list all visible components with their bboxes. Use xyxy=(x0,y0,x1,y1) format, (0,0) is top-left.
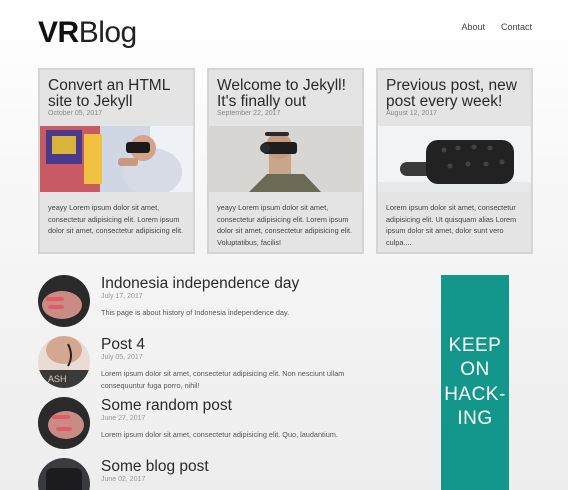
post-date: July 05, 2017 xyxy=(101,354,143,361)
card-excerpt: yeayy Lorem ipsum dolor sit amet, consec… xyxy=(217,203,353,247)
list-item[interactable]: Some random post June 27, 2017 Lorem ips… xyxy=(38,397,368,453)
post-date: June 27, 2017 xyxy=(101,415,146,422)
avatar[interactable] xyxy=(38,397,90,449)
site-logo[interactable]: VRBlog xyxy=(38,16,137,50)
card-title[interactable]: Welcome to Jekyll! It's finally out xyxy=(217,78,358,110)
post-title[interactable]: Some random post xyxy=(101,397,232,415)
card-image[interactable] xyxy=(209,126,362,192)
banner-line: KEEP xyxy=(448,334,502,356)
nav-contact-link[interactable]: Contact xyxy=(501,22,532,32)
banner-line: ON xyxy=(460,359,490,380)
nav-about-link[interactable]: About xyxy=(461,22,485,32)
post-title[interactable]: Indonesia independence day xyxy=(101,275,299,293)
avatar[interactable] xyxy=(38,458,90,490)
keep-on-hacking-banner: KEEP ON HACK- ING xyxy=(441,275,509,490)
logo-light: Blog xyxy=(78,16,138,49)
banner-line: HACK- xyxy=(444,383,506,405)
card-excerpt: yeayy Lorem ipsum dolor sit amet, consec… xyxy=(48,203,184,235)
avatar[interactable] xyxy=(38,275,90,327)
top-nav: About Contact xyxy=(461,22,532,32)
post-excerpt: This page is about history of Indonesia … xyxy=(101,308,290,317)
card-image[interactable] xyxy=(40,126,193,192)
card-image[interactable] xyxy=(378,126,531,192)
list-item[interactable]: Some blog post June 02, 2017 xyxy=(38,458,368,490)
card-date: September 22, 2017 xyxy=(217,110,281,117)
featured-card[interactable]: Welcome to Jekyll! It's finally out Sept… xyxy=(207,68,364,254)
card-title[interactable]: Convert an HTML site to Jekyll xyxy=(48,78,189,110)
post-excerpt: Lorem ipsum dolor sit amet, consectetur … xyxy=(101,430,338,439)
card-date: August 12, 2017 xyxy=(386,110,437,117)
post-excerpt: Lorem ipsum dolor sit amet, consectetur … xyxy=(101,369,345,390)
featured-card[interactable]: Previous post, new post every week! Augu… xyxy=(376,68,533,254)
list-item[interactable]: ASH Post 4 July 05, 2017 Lorem ipsum dol… xyxy=(38,336,368,392)
logo-bold: VR xyxy=(38,16,79,49)
list-item[interactable]: Indonesia independence day July 17, 2017… xyxy=(38,275,368,331)
card-title[interactable]: Previous post, new post every week! xyxy=(386,78,527,110)
featured-card[interactable]: Convert an HTML site to Jekyll October 0… xyxy=(38,68,195,254)
post-date: July 17, 2017 xyxy=(101,293,143,300)
avatar[interactable]: ASH xyxy=(38,336,90,388)
post-title[interactable]: Some blog post xyxy=(101,458,209,476)
banner-line: ING xyxy=(457,408,493,429)
svg-text:ASH: ASH xyxy=(48,374,67,384)
post-title[interactable]: Post 4 xyxy=(101,336,145,354)
post-date: June 02, 2017 xyxy=(101,476,146,483)
card-excerpt: Lorem ipsum dolor sit amet, consectetur … xyxy=(386,203,517,247)
card-date: October 05, 2017 xyxy=(48,110,103,117)
